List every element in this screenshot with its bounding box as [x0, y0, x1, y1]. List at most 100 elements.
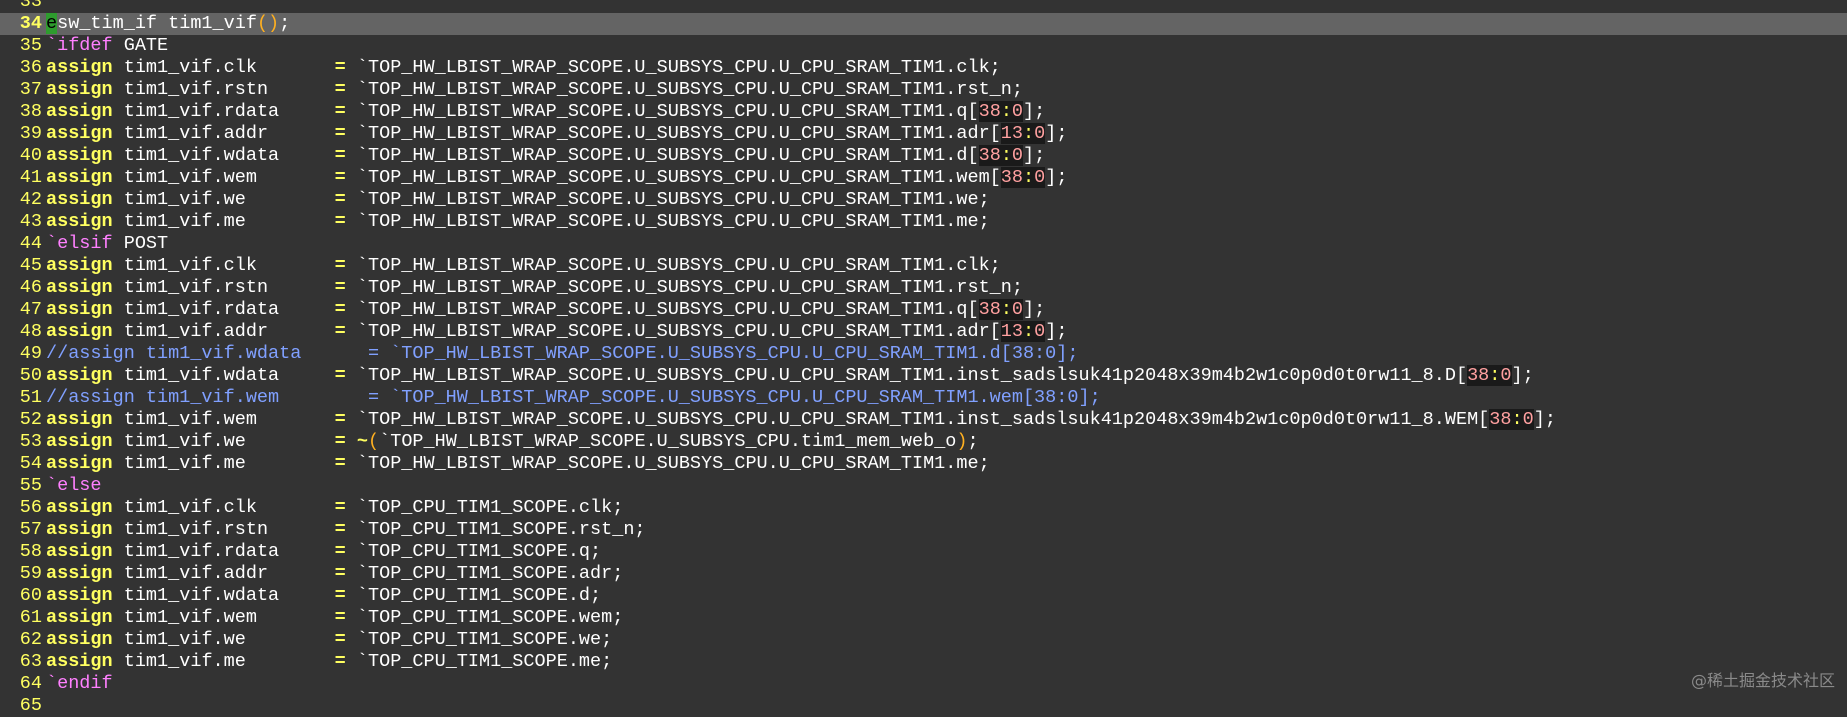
code-line[interactable]: 37 assign tim1_vif.rstn = `TOP_HW_LBIST_W…	[0, 79, 1847, 101]
code-line[interactable]: 51//assign tim1_vif.wem = `TOP_HW_LBIST_…	[0, 387, 1847, 409]
code-line[interactable]: 35 `ifdef GATE	[0, 35, 1847, 57]
assign-target: tim1_vif.me	[112, 651, 335, 672]
code-line[interactable]: 60 assign tim1_vif.wdata = `TOP_CPU_TIM1_…	[0, 585, 1847, 607]
line-code: assign tim1_vif.me = `TOP_CPU_TIM1_SCOPE…	[42, 651, 612, 673]
line-number: 54	[19, 453, 42, 474]
directive-argument: GATE	[112, 35, 169, 56]
equals-operator: =	[334, 497, 346, 518]
assign-keyword: assign	[46, 409, 113, 430]
assign-target: tim1_vif.we	[112, 189, 335, 210]
code-line[interactable]: 46 assign tim1_vif.rstn = `TOP_HW_LBIST_W…	[0, 277, 1847, 299]
semicolon: ;	[967, 431, 979, 452]
assign-source: `TOP_CPU_TIM1_SCOPE.clk;	[345, 497, 624, 518]
code-line[interactable]: 45 assign tim1_vif.clk = `TOP_HW_LBIST_WR…	[0, 255, 1847, 277]
statement-end: ];	[1023, 101, 1046, 122]
assign-target: tim1_vif.me	[112, 453, 335, 474]
assign-keyword: assign	[46, 189, 113, 210]
range-msb: 38	[1489, 409, 1512, 430]
equals-operator: =	[334, 145, 346, 166]
range-msb: 38	[1467, 365, 1490, 386]
line-code: assign tim1_vif.wdata = `TOP_CPU_TIM1_SC…	[42, 585, 601, 607]
assign-source: `TOP_HW_LBIST_WRAP_SCOPE.U_SUBSYS_CPU.U_…	[345, 365, 1468, 386]
assign-keyword: assign	[46, 145, 113, 166]
assign-keyword: assign	[46, 101, 113, 122]
assign-keyword: assign	[46, 497, 113, 518]
assign-source: `TOP_CPU_TIM1_SCOPE.rst_n;	[345, 519, 646, 540]
preprocessor-directive: `else	[46, 475, 102, 496]
code-line[interactable]: 52 assign tim1_vif.wem = `TOP_HW_LBIST_WR…	[0, 409, 1847, 431]
assign-target: tim1_vif.wdata	[112, 585, 335, 606]
code-line[interactable]: 34 esw_tim_if tim1_vif();	[0, 13, 1847, 35]
code-line[interactable]: 47 assign tim1_vif.rdata = `TOP_HW_LBIST_…	[0, 299, 1847, 321]
code-line[interactable]: 40 assign tim1_vif.wdata = `TOP_HW_LBIST_…	[0, 145, 1847, 167]
line-number: 46	[19, 277, 42, 298]
code-line[interactable]: 57 assign tim1_vif.rstn = `TOP_CPU_TIM1_S…	[0, 519, 1847, 541]
line-code: assign tim1_vif.rdata = `TOP_HW_LBIST_WR…	[42, 299, 1045, 321]
assign-target: tim1_vif.rdata	[112, 101, 335, 122]
code-line[interactable]: 53 assign tim1_vif.we = ~(`TOP_HW_LBIST_W…	[0, 431, 1847, 453]
assign-keyword: assign	[46, 211, 113, 232]
range-colon: :	[1023, 321, 1035, 342]
range-lsb: 0	[1011, 101, 1024, 122]
code-line[interactable]: 48 assign tim1_vif.addr = `TOP_HW_LBIST_W…	[0, 321, 1847, 343]
line-number: 56	[19, 497, 42, 518]
code-line[interactable]: 65	[0, 695, 1847, 717]
assign-keyword: assign	[46, 365, 113, 386]
code-line[interactable]: 42 assign tim1_vif.we = `TOP_HW_LBIST_WRA…	[0, 189, 1847, 211]
code-line[interactable]: 33	[0, 0, 1847, 13]
assign-target: tim1_vif.we	[112, 629, 335, 650]
code-line[interactable]: 58 assign tim1_vif.rdata = `TOP_CPU_TIM1_…	[0, 541, 1847, 563]
line-code: assign tim1_vif.rdata = `TOP_HW_LBIST_WR…	[42, 101, 1045, 123]
assign-keyword: assign	[46, 453, 113, 474]
statement-end: ];	[1045, 123, 1068, 144]
assign-source: `TOP_HW_LBIST_WRAP_SCOPE.U_SUBSYS_CPU.U_…	[345, 145, 979, 166]
code-line[interactable]: 38 assign tim1_vif.rdata = `TOP_HW_LBIST_…	[0, 101, 1847, 123]
code-editor[interactable]: 33 34 esw_tim_if tim1_vif(); 35 `ifdef GATE 3…	[0, 0, 1847, 717]
code-line[interactable]: 55 `else	[0, 475, 1847, 497]
range-msb: 38	[978, 145, 1001, 166]
assign-source: `TOP_HW_LBIST_WRAP_SCOPE.U_SUBSYS_CPU.U_…	[345, 123, 1001, 144]
line-number: 38	[19, 101, 42, 122]
code-line[interactable]: 64 `endif	[0, 673, 1847, 695]
assign-target: tim1_vif.we	[112, 431, 335, 452]
equals-operator: =	[334, 629, 346, 650]
code-line[interactable]: 39 assign tim1_vif.addr = `TOP_HW_LBIST_W…	[0, 123, 1847, 145]
preprocessor-directive: `elsif	[46, 233, 113, 254]
line-number: 61	[19, 607, 42, 628]
range-lsb: 0	[1034, 167, 1046, 188]
open-paren: (	[368, 431, 380, 452]
range-lsb: 0	[1011, 145, 1024, 166]
line-code: assign tim1_vif.me = `TOP_HW_LBIST_WRAP_…	[42, 453, 990, 475]
equals-operator: =	[334, 453, 346, 474]
assign-target: tim1_vif.rdata	[112, 541, 335, 562]
line-code: assign tim1_vif.rstn = `TOP_HW_LBIST_WRA…	[42, 79, 1023, 101]
code-line[interactable]: 54 assign tim1_vif.me = `TOP_HW_LBIST_WRA…	[0, 453, 1847, 475]
line-number: 59	[19, 563, 42, 584]
line-number: 40	[19, 145, 42, 166]
code-line[interactable]: 50 assign tim1_vif.wdata = `TOP_HW_LBIST_…	[0, 365, 1847, 387]
assign-source: `TOP_HW_LBIST_WRAP_SCOPE.U_SUBSYS_CPU.U_…	[345, 79, 1023, 100]
code-line[interactable]: 61 assign tim1_vif.wem = `TOP_CPU_TIM1_SC…	[0, 607, 1847, 629]
code-line[interactable]: 44 `elsif POST	[0, 233, 1847, 255]
code-line[interactable]: 59 assign tim1_vif.addr = `TOP_CPU_TIM1_S…	[0, 563, 1847, 585]
code-line[interactable]: 56 assign tim1_vif.clk = `TOP_CPU_TIM1_SC…	[0, 497, 1847, 519]
equals-operator: =	[334, 365, 346, 386]
code-line[interactable]: 63 assign tim1_vif.me = `TOP_CPU_TIM1_SCO…	[0, 651, 1847, 673]
range-colon: :	[1489, 365, 1501, 386]
parentheses: ()	[256, 13, 280, 34]
code-line[interactable]: 43 assign tim1_vif.me = `TOP_HW_LBIST_WRA…	[0, 211, 1847, 233]
line-number: 52	[19, 409, 42, 430]
range-msb: 13	[1000, 321, 1024, 342]
assign-keyword: assign	[46, 57, 113, 78]
code-line[interactable]: 49//assign tim1_vif.wdata = `TOP_HW_LBIS…	[0, 343, 1847, 365]
equals-operator: =	[334, 123, 346, 144]
assign-source: `TOP_HW_LBIST_WRAP_SCOPE.U_SUBSYS_CPU.U_…	[345, 189, 990, 210]
line-number: 55	[19, 475, 42, 496]
code-line[interactable]: 62 assign tim1_vif.we = `TOP_CPU_TIM1_SCO…	[0, 629, 1847, 651]
code-line[interactable]: 36 assign tim1_vif.clk = `TOP_HW_LBIST_WR…	[0, 57, 1847, 79]
equals-operator: =	[334, 167, 346, 188]
code-line[interactable]: 41 assign tim1_vif.wem = `TOP_HW_LBIST_WR…	[0, 167, 1847, 189]
equals-operator: =	[334, 651, 346, 672]
line-number: 58	[19, 541, 42, 562]
assign-source: `TOP_HW_LBIST_WRAP_SCOPE.U_SUBSYS_CPU.U_…	[345, 255, 1001, 276]
